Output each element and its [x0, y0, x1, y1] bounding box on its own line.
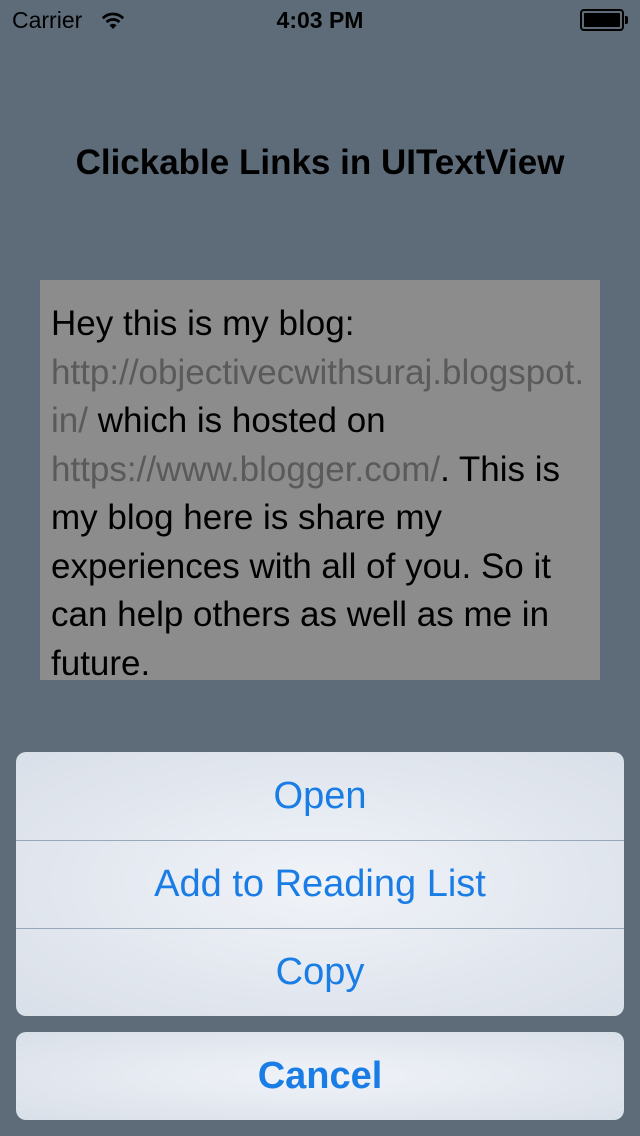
- copy-button[interactable]: Copy: [16, 928, 624, 1016]
- add-to-reading-list-button[interactable]: Add to Reading List: [16, 840, 624, 928]
- battery-icon: [580, 9, 628, 31]
- open-button[interactable]: Open: [16, 752, 624, 840]
- action-sheet: Open Add to Reading List Copy: [16, 752, 624, 1016]
- text-middle: which is hosted on: [87, 401, 386, 440]
- status-bar: Carrier 4:03 PM: [0, 0, 640, 40]
- text-view[interactable]: Hey this is my blog: http://objectivecwi…: [40, 280, 600, 680]
- page-title: Clickable Links in UITextView: [75, 143, 565, 182]
- cancel-button[interactable]: Cancel: [16, 1032, 624, 1120]
- blogger-link[interactable]: https://www.blogger.com/: [51, 450, 440, 489]
- cancel-group: Cancel: [16, 1032, 624, 1120]
- text-intro: Hey this is my blog:: [51, 304, 355, 343]
- status-time: 4:03 PM: [276, 7, 364, 33]
